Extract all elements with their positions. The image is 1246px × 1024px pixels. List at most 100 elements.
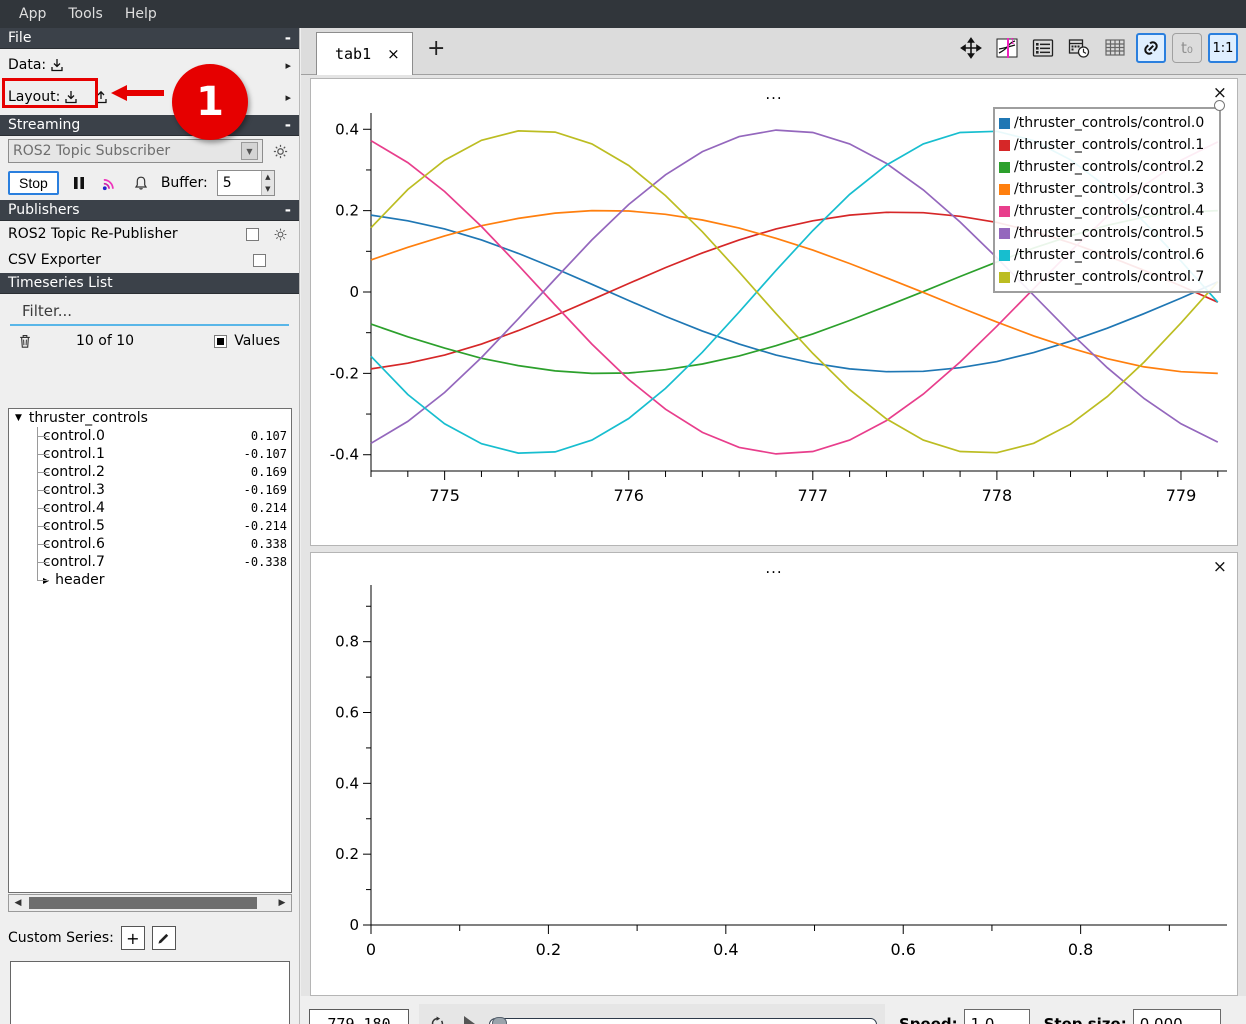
file-data-expand-arrow[interactable]: ▸ [285,59,291,72]
pan-move-icon[interactable] [956,33,986,63]
plot-panel-bottom[interactable]: ... × 0 0.2 0.4 0.6 0.8 0 0.2 0.4 0.6 0.8 [310,552,1238,996]
current-time-display[interactable]: 779.180 [309,1009,409,1024]
legend-color-swatch [999,227,1010,239]
svg-text:0.2: 0.2 [536,940,561,959]
publisher-checkbox[interactable] [253,253,266,267]
step-size-input[interactable] [1133,1010,1246,1024]
legend-item[interactable]: /thruster_controls/control.2 [999,156,1215,178]
pencil-icon[interactable] [151,926,176,950]
spin-up-icon[interactable]: ▲ [262,171,274,183]
time-offset-icon[interactable]: t₀ [1172,33,1202,63]
timeline-slider-handle[interactable] [492,1016,507,1024]
svg-text:0.4: 0.4 [335,120,359,138]
add-custom-series-button[interactable]: + [120,926,145,950]
loop-icon[interactable] [427,1013,449,1024]
menu-item-app[interactable]: App [10,3,55,25]
gear-icon[interactable] [269,140,291,162]
publisher-label: ROS2 Topic Re-Publisher [8,226,178,242]
zoom-one-to-one-icon[interactable]: 1:1 [1208,33,1238,63]
bell-icon[interactable] [130,172,152,194]
add-tab-button[interactable]: + [427,38,445,60]
buffer-spinbox[interactable]: ▲ ▼ [216,170,275,196]
tree-root-node[interactable]: ▼ thruster_controls [9,409,291,427]
menu-item-help[interactable]: Help [116,3,166,25]
export-icon[interactable] [90,86,112,108]
legend-item[interactable]: /thruster_controls/control.6 [999,244,1215,266]
streaming-source-row: ROS2 Topic Subscriber ▼ [0,136,299,166]
legend-item[interactable]: /thruster_controls/control.0 [999,112,1215,134]
plot-panel-top[interactable]: ... × 0.4 0.2 0 -0.2 -0.4 775 776 777 778 779 /th… [310,78,1238,546]
collapse-publishers-icon[interactable]: - [285,203,291,218]
section-header-file[interactable]: File - [0,28,299,49]
buffer-input[interactable] [217,171,261,195]
menu-item-tools[interactable]: Tools [59,3,112,25]
play-icon[interactable] [458,1013,480,1024]
legend-drag-handle[interactable] [1214,100,1225,111]
collapse-file-icon[interactable]: - [285,31,291,46]
file-layout-expand-arrow[interactable]: ▸ [285,91,291,104]
chevron-down-icon[interactable]: ▼ [241,142,258,160]
tree-item-value: 0.214 [250,501,287,515]
scroll-left-icon[interactable]: ◀ [9,898,27,908]
gear-icon[interactable] [269,223,291,245]
step-size-spinbox[interactable]: ▲ ▼ [1132,1009,1246,1024]
scroll-right-icon[interactable]: ▶ [273,898,291,908]
timeline-slider[interactable] [489,1016,877,1024]
rss-icon[interactable] [99,172,121,194]
tree-item[interactable]: control.2 0.169 [9,463,291,481]
tree-item[interactable]: control.3 -0.169 [9,481,291,499]
link-axes-icon[interactable] [1136,33,1166,63]
grid-icon[interactable] [1100,33,1130,63]
trash-icon[interactable] [14,330,36,352]
publisher-row-csv-exporter[interactable]: CSV Exporter [0,247,299,273]
chevron-down-icon[interactable]: ▼ [15,413,22,423]
tree-horizontal-scrollbar[interactable]: ◀ ▶ [8,894,292,912]
streaming-source-select[interactable]: ROS2 Topic Subscriber ▼ [8,139,263,163]
close-icon[interactable]: × [387,45,400,63]
publisher-checkbox[interactable] [246,227,259,241]
section-header-publishers[interactable]: Publishers - [0,200,299,221]
custom-series-list[interactable] [10,961,290,1024]
legend-label: /thruster_controls/control.3 [1014,181,1205,197]
buffer-spin-arrows[interactable]: ▲ ▼ [260,171,274,195]
values-toggle[interactable] [214,334,228,348]
tree-item[interactable]: control.0 0.107 [9,427,291,445]
section-header-timeseries[interactable]: Timeseries List [0,273,299,294]
pause-icon[interactable] [68,172,90,194]
publisher-row-republisher[interactable]: ROS2 Topic Re-Publisher [0,221,299,247]
collapse-streaming-icon[interactable]: - [285,118,291,133]
legend-color-swatch [999,117,1010,129]
svg-text:0.2: 0.2 [335,845,359,863]
file-data-row[interactable]: Data: ▸ [0,49,299,81]
legend-item[interactable]: /thruster_controls/control.1 [999,134,1215,156]
scrollbar-thumb[interactable] [29,897,257,909]
import-icon[interactable] [60,86,82,108]
tab-tab1[interactable]: tab1 × [316,32,413,75]
close-icon[interactable]: × [1213,557,1227,577]
split-vertical-icon[interactable]: 1 [992,33,1022,63]
chart-legend[interactable]: /thruster_controls/control.0/thruster_co… [993,100,1225,293]
tree-item[interactable]: control.6 0.338 [9,535,291,553]
tree-item[interactable]: control.4 0.214 [9,499,291,517]
calendar-clock-icon[interactable] [1064,33,1094,63]
timeseries-tree[interactable]: ▼ thruster_controls control.0 0.107 contro… [8,408,292,893]
spin-down-icon[interactable]: ▼ [262,183,274,195]
legend-item[interactable]: /thruster_controls/control.7 [999,266,1215,288]
filter-input[interactable]: Filter... [10,298,289,326]
legend-item[interactable]: /thruster_controls/control.3 [999,178,1215,200]
stop-button[interactable]: Stop [8,171,59,195]
import-icon[interactable] [46,54,68,76]
annotation-arrow-icon [111,85,164,101]
legend-rows: /thruster_controls/control.0/thruster_co… [999,112,1215,288]
tree-item[interactable]: control.7 -0.338 [9,553,291,571]
list-view-icon[interactable] [1028,33,1058,63]
legend-item[interactable]: /thruster_controls/control.4 [999,200,1215,222]
speed-spinbox[interactable]: ▲ ▼ [963,1009,1174,1024]
legend-item[interactable]: /thruster_controls/control.5 [999,222,1215,244]
tree-node-header[interactable]: ▶ header [9,571,291,589]
tree-item[interactable]: control.1 -0.107 [9,445,291,463]
section-header-streaming[interactable]: Streaming - [0,115,299,136]
svg-text:779: 779 [1166,486,1197,505]
tree-item[interactable]: control.5 -0.214 [9,517,291,535]
svg-text:0: 0 [366,940,376,959]
